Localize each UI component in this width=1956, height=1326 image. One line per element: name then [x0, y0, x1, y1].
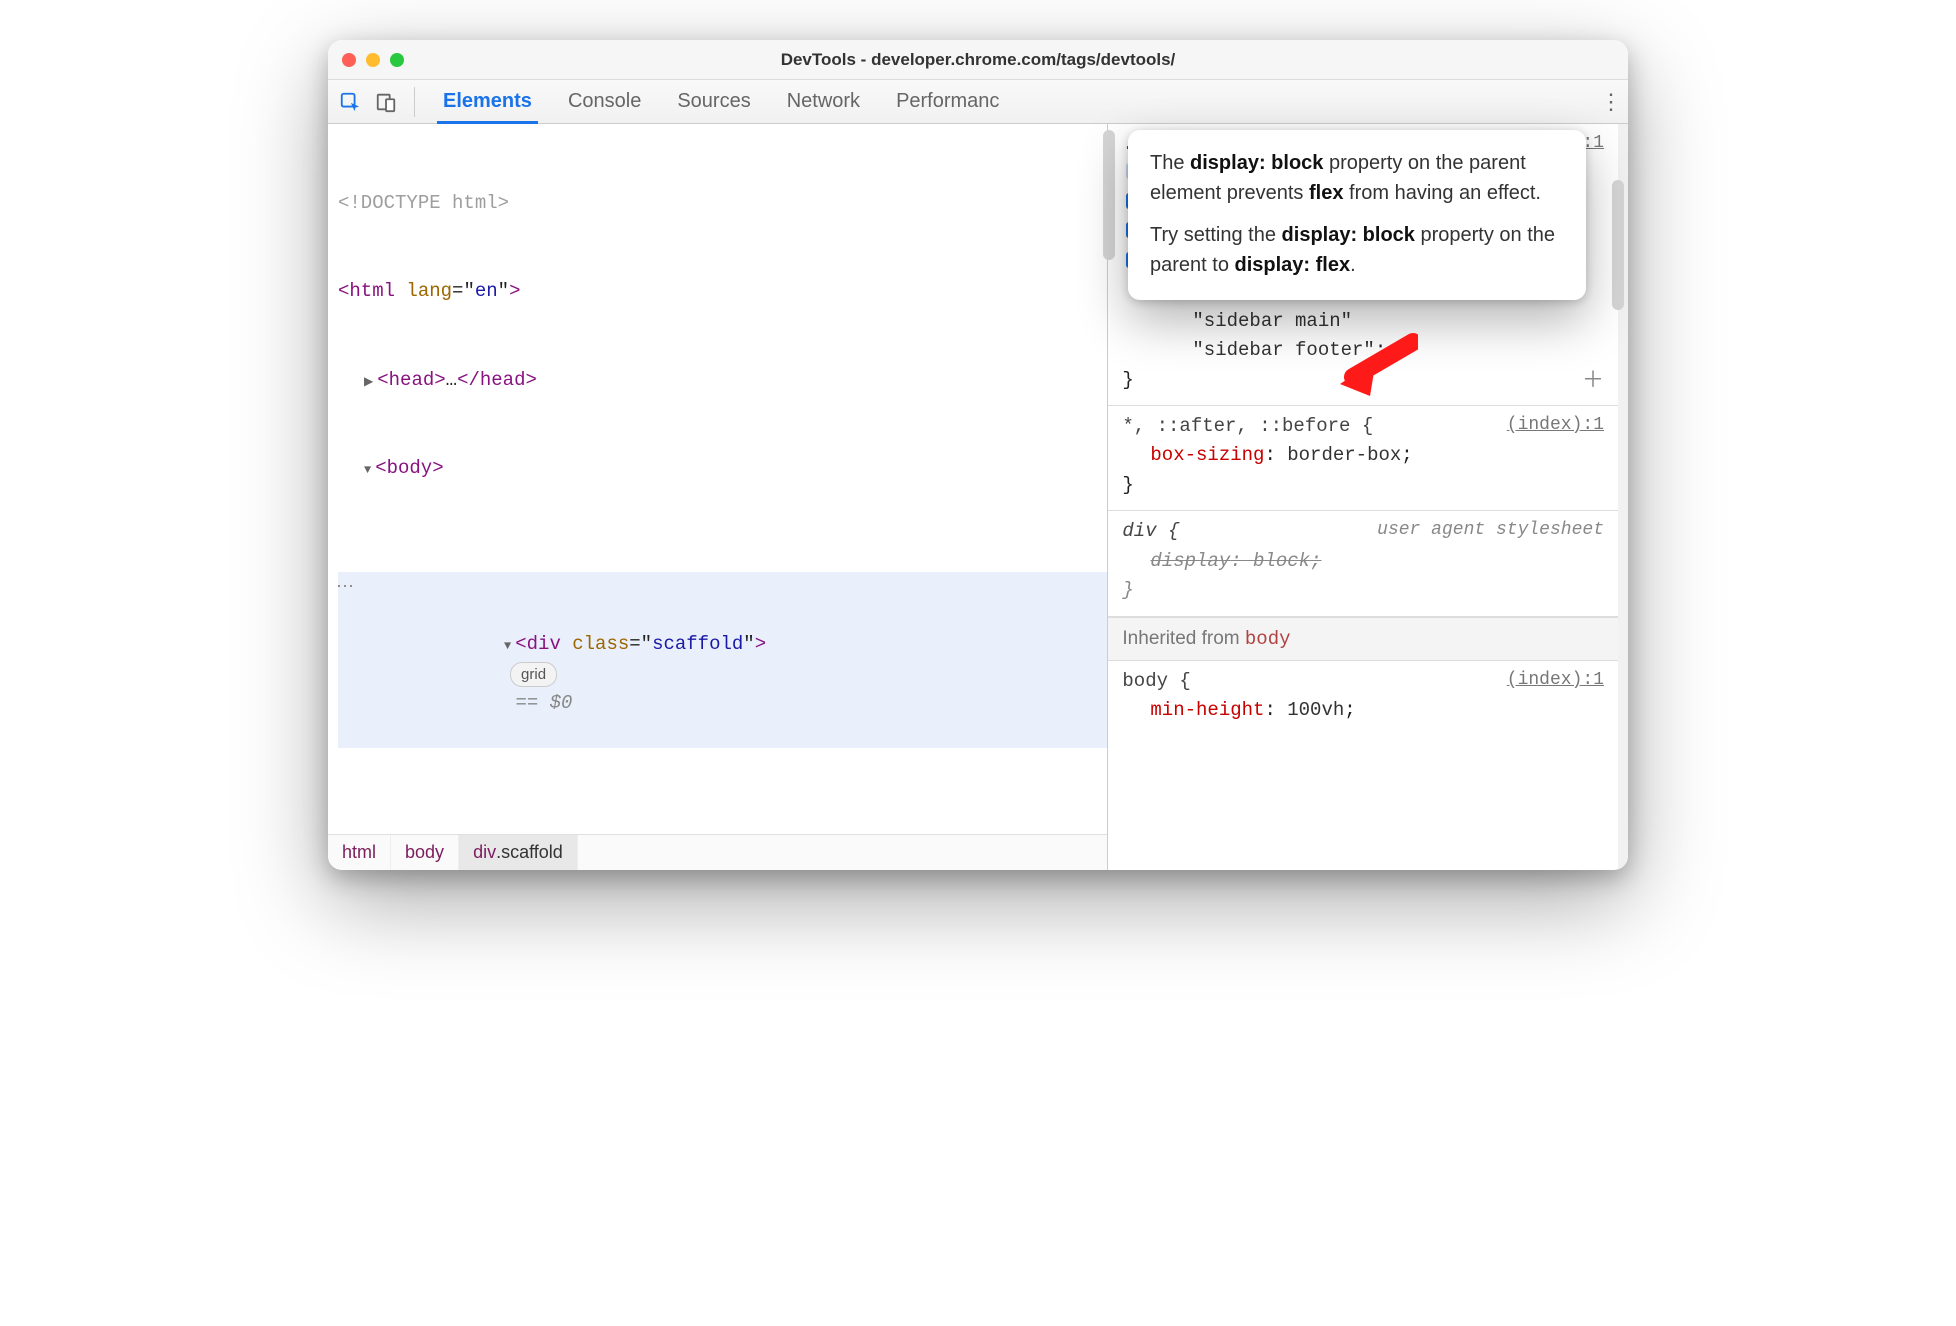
rule-div-ua[interactable]: user agent stylesheet div { display: blo…	[1108, 511, 1618, 616]
rule-source-link[interactable]: (index):1	[1507, 412, 1604, 440]
crumb-body[interactable]: body	[391, 835, 459, 870]
dom-div-scaffold[interactable]: ⋯ <div class="scaffold"> grid == $0	[338, 572, 1107, 749]
dom-tree[interactable]: <!DOCTYPE html> <html lang="en"> <head>……	[328, 124, 1107, 834]
inspect-icon[interactable]	[336, 88, 364, 116]
minimize-window-button[interactable]	[366, 53, 380, 67]
hint-tooltip: The display: block property on the paren…	[1128, 130, 1586, 300]
traffic-lights	[342, 53, 404, 67]
tab-console[interactable]: Console	[554, 80, 655, 123]
divider	[414, 87, 415, 117]
crumb-div-scaffold[interactable]: div.scaffold	[459, 835, 578, 870]
elements-pane: <!DOCTYPE html> <html lang="en"> <head>……	[328, 124, 1108, 870]
annotation-arrow-icon	[1338, 332, 1418, 402]
titlebar: DevTools - developer.chrome.com/tags/dev…	[328, 40, 1628, 80]
add-rule-icon[interactable]: ＋	[1582, 365, 1604, 399]
crumb-html[interactable]: html	[328, 835, 391, 870]
devtools-window: DevTools - developer.chrome.com/tags/dev…	[328, 40, 1628, 870]
dom-head[interactable]: <head>…</head>	[338, 366, 1107, 395]
device-toolbar-icon[interactable]	[372, 88, 400, 116]
prop-box-sizing[interactable]: box-sizing: border-box;	[1122, 441, 1604, 470]
inherited-from-header: Inherited from body	[1108, 617, 1618, 661]
prop-min-height[interactable]: min-height: 100vh;	[1122, 696, 1604, 725]
grid-badge[interactable]: grid	[510, 662, 557, 687]
prop-display-block: display: block;	[1122, 547, 1604, 576]
scrollbar-thumb[interactable]	[1103, 130, 1115, 260]
close-window-button[interactable]	[342, 53, 356, 67]
dom-html[interactable]: <html lang="en">	[338, 277, 1107, 306]
rule-source-link[interactable]: (index):1	[1507, 667, 1604, 695]
devtools-tabs: Elements Console Sources Network Perform…	[328, 80, 1628, 124]
breadcrumbs: html body div.scaffold	[328, 834, 1107, 870]
zoom-window-button[interactable]	[390, 53, 404, 67]
rule-universal[interactable]: (index):1 *, ::after, ::before { box-siz…	[1108, 406, 1618, 511]
dollar-zero: == $0	[515, 692, 572, 714]
dom-doctype[interactable]: <!DOCTYPE html>	[338, 189, 1107, 218]
tab-performance[interactable]: Performanc	[882, 80, 1013, 123]
user-agent-label: user agent stylesheet	[1377, 517, 1604, 545]
window-title: DevTools - developer.chrome.com/tags/dev…	[328, 50, 1628, 70]
tab-network[interactable]: Network	[773, 80, 874, 123]
tab-sources[interactable]: Sources	[663, 80, 764, 123]
ellipsis-icon[interactable]: ⋯	[336, 575, 354, 603]
dom-body[interactable]: <body>	[338, 454, 1107, 483]
more-icon[interactable]: ⋮	[1600, 89, 1620, 115]
scrollbar-thumb[interactable]	[1612, 180, 1624, 310]
rule-body[interactable]: (index):1 body { min-height: 100vh;	[1108, 661, 1618, 736]
tab-elements[interactable]: Elements	[429, 80, 546, 123]
